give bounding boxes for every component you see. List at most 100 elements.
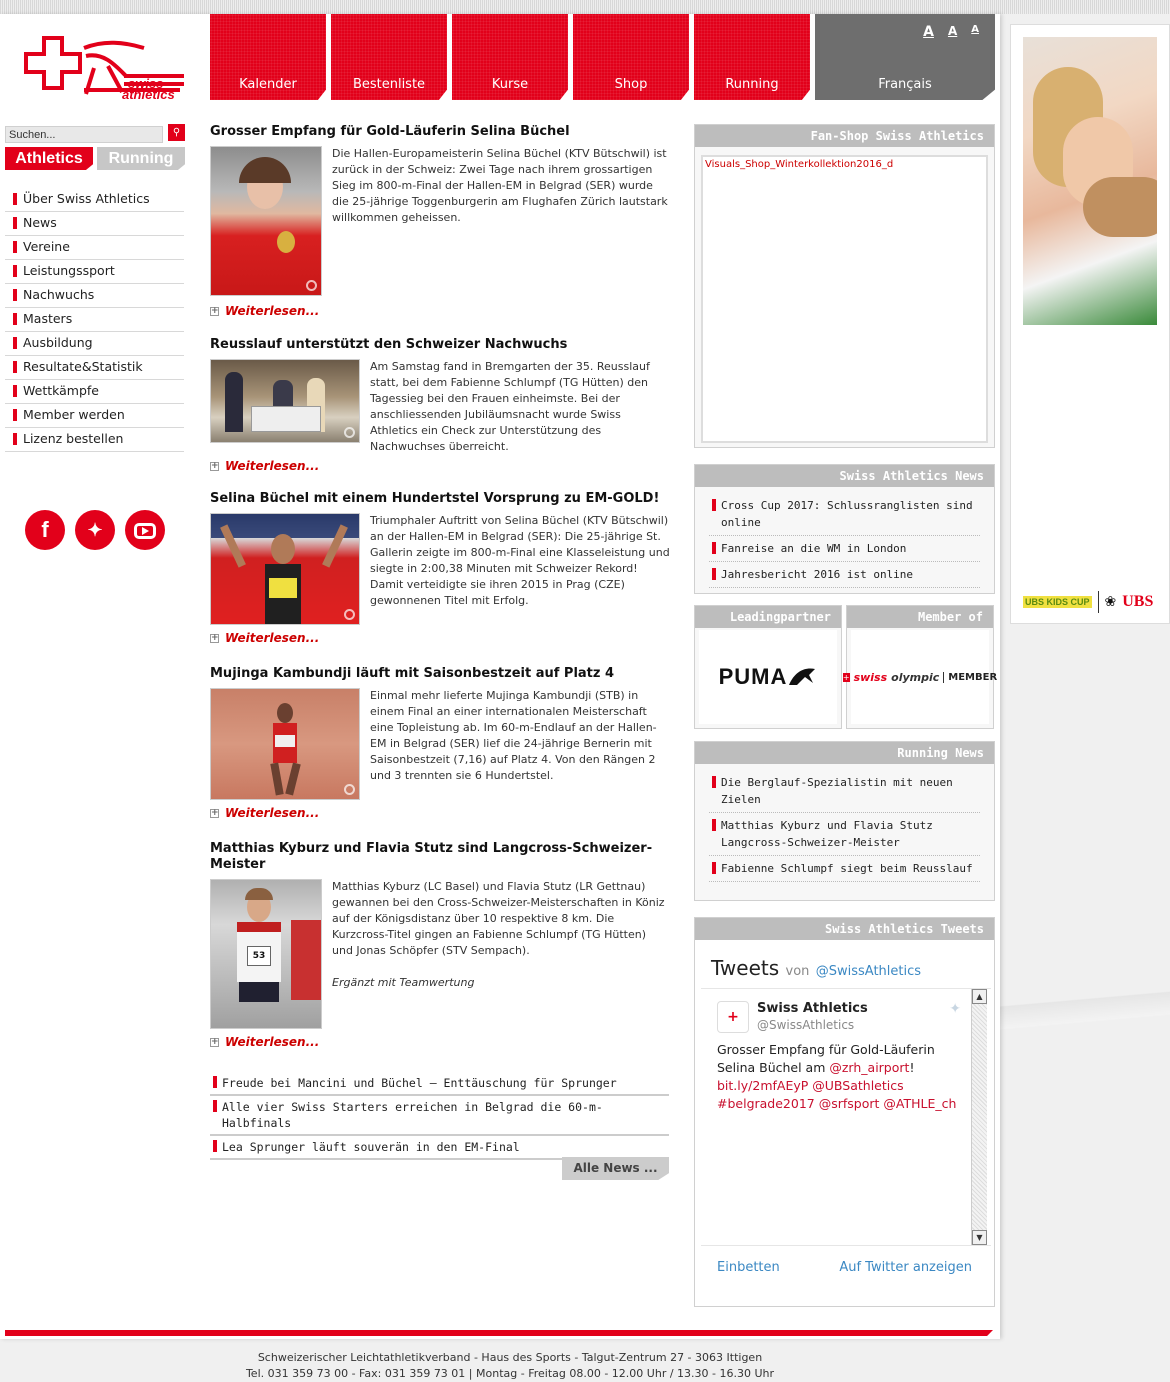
footer-address: Schweizerischer Leichtathletikverband - …: [257, 1351, 763, 1364]
menu-item-ausbildung[interactable]: Ausbildung: [5, 332, 184, 356]
short-news-item[interactable]: Alle vier Swiss Starters erreichen in Be…: [210, 1096, 669, 1136]
footer-contact: Tel. 031 359 73 00 - Fax: 031 359 73 01 …: [245, 1367, 775, 1380]
kids-cup-logo: UBS KIDS CUP: [1023, 596, 1092, 608]
sa-news-item[interactable]: Jahresbericht 2016 ist online: [709, 562, 980, 588]
twitter-bird-icon[interactable]: ✦: [949, 1001, 961, 1017]
box-title: Swiss Athletics Tweets: [695, 918, 994, 940]
twitter-icon[interactable]: ✦: [75, 510, 115, 550]
read-more-label: Weiterlesen...: [225, 304, 320, 318]
article-title[interactable]: Grosser Empfang für Gold-Läuferin Selina…: [210, 124, 670, 140]
read-more-label: Weiterlesen...: [225, 1035, 320, 1049]
scroll-up-icon[interactable]: ▲: [972, 989, 987, 1004]
read-more-link[interactable]: + Weiterlesen...: [210, 625, 670, 645]
article-image[interactable]: [210, 146, 322, 296]
nav-tab-kurse[interactable]: Kurse: [452, 14, 568, 100]
read-more-link[interactable]: + Weiterlesen...: [210, 1029, 670, 1049]
shop-banner-frame[interactable]: Visuals_Shop_Winterkollektion2016_d: [701, 155, 988, 443]
sa-news-item[interactable]: Fanreise an die WM in London: [709, 536, 980, 562]
font-size-small[interactable]: A: [971, 24, 979, 40]
plus-icon: +: [210, 632, 219, 643]
tweet-mention[interactable]: @ATHLE_ch: [883, 1096, 956, 1111]
article-image[interactable]: [210, 359, 360, 443]
tweet-mention[interactable]: @srfsport: [819, 1096, 880, 1111]
tweet-link[interactable]: bit.ly/2mfAEyP: [717, 1078, 808, 1093]
puma-logo[interactable]: PUMA: [699, 630, 837, 724]
switch-running[interactable]: Running: [97, 147, 185, 170]
running-news-item[interactable]: Die Berglauf-Spezialistin mit neuen Ziel…: [709, 770, 980, 813]
tweet-timeline[interactable]: + Swiss Athletics @SwissAthletics ✦ Gros…: [701, 988, 991, 1246]
article-title[interactable]: Matthias Kyburz und Flavia Stutz sind La…: [210, 841, 670, 873]
read-more-link[interactable]: + Weiterlesen...: [210, 296, 670, 318]
scroll-down-icon[interactable]: ▼: [972, 1230, 987, 1245]
article-image[interactable]: [210, 513, 360, 625]
running-news-list: Die Berglauf-Spezialistin mit neuen Ziel…: [695, 764, 994, 886]
swiss-athletics-logo[interactable]: swiss athletics: [24, 36, 186, 106]
tweet-mention[interactable]: @zrh_airport: [829, 1060, 909, 1075]
all-news-button[interactable]: Alle News ...: [562, 1157, 669, 1180]
swiss-olympic-logo[interactable]: + swiss olympic MEMBER: [842, 630, 997, 724]
article-image[interactable]: 53: [210, 879, 322, 1029]
tweet-hashtag[interactable]: #belgrade2017: [717, 1096, 815, 1111]
logo-text-athletics: athletics: [122, 87, 175, 102]
tweet-mention[interactable]: @UBSathletics: [812, 1078, 903, 1093]
nav-tab-running[interactable]: Running: [694, 14, 810, 100]
avatar[interactable]: +: [717, 1001, 749, 1033]
embed-link[interactable]: Einbetten: [717, 1260, 780, 1275]
puma-logo-text: PUMA: [718, 664, 788, 689]
nav-tab-kalender[interactable]: Kalender: [210, 14, 326, 100]
tweet-scrollbar[interactable]: ▲ ▼: [971, 989, 987, 1245]
menu-item-nachwuchs[interactable]: Nachwuchs: [5, 284, 184, 308]
twitter-widget: Tweets von @SwissAthletics + Swiss Athle…: [695, 940, 994, 1289]
zoom-icon: [344, 784, 355, 795]
switch-athletics[interactable]: Athletics: [5, 147, 93, 170]
ubs-keys-icon: ❀: [1104, 594, 1117, 610]
read-more-link[interactable]: + Weiterlesen...: [210, 800, 670, 820]
article-title[interactable]: Selina Büchel mit einem Hundertstel Vors…: [210, 491, 670, 507]
footer: Schweizerischer Leichtathletikverband - …: [0, 1350, 1020, 1382]
tweets-handle-link[interactable]: @SwissAthletics: [816, 964, 921, 979]
tweet-author-name[interactable]: Swiss Athletics: [757, 1001, 868, 1016]
ubs-kids-cup-ad[interactable]: UBS KIDS CUP ❀ UBS: [1010, 24, 1170, 624]
menu-item-resultate[interactable]: Resultate&Statistik: [5, 356, 184, 380]
running-news-item[interactable]: Matthias Kyburz und Flavia Stutz Langcro…: [709, 813, 980, 856]
font-size-medium[interactable]: A: [948, 24, 957, 40]
read-more-label: Weiterlesen...: [225, 806, 320, 820]
article-title[interactable]: Reusslauf unterstützt den Schweizer Nach…: [210, 337, 670, 353]
box-title: Swiss Athletics News: [695, 465, 994, 487]
member-of-box: Member of + swiss olympic MEMBER: [842, 605, 997, 729]
menu-item-leistungssport[interactable]: Leistungssport: [5, 260, 184, 284]
short-news-item[interactable]: Freude bei Mancini und Büchel – Enttäusc…: [210, 1072, 669, 1096]
font-size-controls: A A A: [923, 24, 979, 40]
article-title[interactable]: Mujinga Kambundji läuft mit Saisonbestze…: [210, 666, 670, 682]
short-news-item[interactable]: Lea Sprunger läuft souverän in den EM-Fi…: [210, 1136, 669, 1160]
sa-news-item[interactable]: Cross Cup 2017: Schlussranglisten sind o…: [709, 493, 980, 536]
menu-item-wettkaempfe[interactable]: Wettkämpfe: [5, 380, 184, 404]
search-input[interactable]: [5, 126, 163, 143]
menu-item-vereine[interactable]: Vereine: [5, 236, 184, 260]
menu-item-news[interactable]: News: [5, 212, 184, 236]
tweets-heading: Tweets von @SwissAthletics: [711, 956, 978, 980]
nav-tab-shop[interactable]: Shop: [573, 14, 689, 100]
ad-image: [1023, 37, 1157, 325]
menu-item-ueber[interactable]: Über Swiss Athletics: [5, 188, 184, 212]
left-menu: Über Swiss Athletics News Vereine Leistu…: [5, 188, 184, 452]
menu-item-masters[interactable]: Masters: [5, 308, 184, 332]
language-tab: A A A Français: [815, 14, 995, 100]
read-more-link[interactable]: + Weiterlesen...: [210, 455, 670, 473]
leadingpartner-box: Leadingpartner PUMA: [694, 605, 842, 729]
youtube-icon[interactable]: [125, 510, 165, 550]
language-link-francais[interactable]: Français: [878, 77, 932, 92]
ad-logos: UBS KIDS CUP ❀ UBS: [1023, 591, 1159, 613]
nav-tab-bestenliste[interactable]: Bestenliste: [331, 14, 447, 100]
font-size-large[interactable]: A: [923, 24, 934, 40]
running-news-item[interactable]: Fabienne Schlumpf siegt beim Reusslauf: [709, 856, 980, 882]
plus-icon: +: [210, 1036, 219, 1047]
facebook-icon[interactable]: f: [25, 510, 65, 550]
search-icon[interactable]: ⚲: [168, 124, 185, 141]
tweet-author-handle[interactable]: @SwissAthletics: [757, 1018, 868, 1032]
menu-item-lizenz[interactable]: Lizenz bestellen: [5, 428, 184, 452]
view-on-twitter-link[interactable]: Auf Twitter anzeigen: [839, 1260, 972, 1275]
article-2: Reusslauf unterstützt den Schweizer Nach…: [210, 337, 670, 473]
article-image[interactable]: [210, 688, 360, 800]
menu-item-member[interactable]: Member werden: [5, 404, 184, 428]
